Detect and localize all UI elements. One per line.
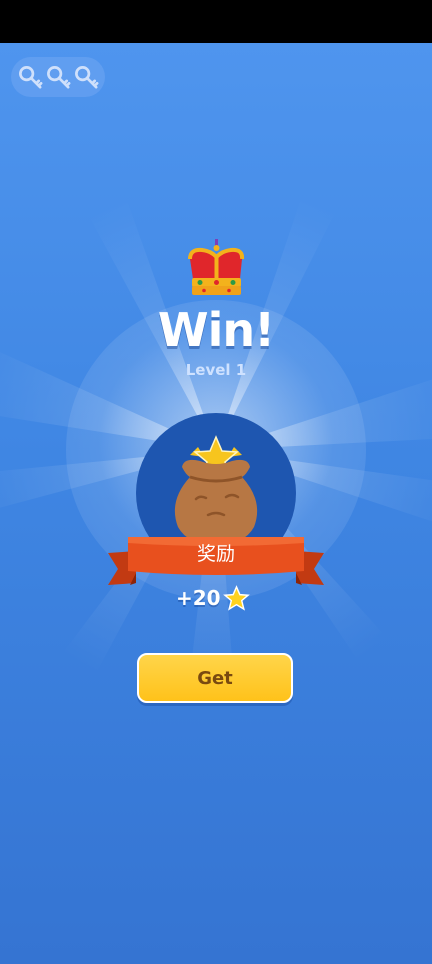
key-icon bbox=[74, 65, 98, 88]
key-icon bbox=[18, 65, 42, 88]
reward-amount: +20 bbox=[176, 583, 250, 613]
reward-amount-value: +20 bbox=[176, 586, 221, 610]
key-icon bbox=[46, 65, 70, 88]
win-screen: Win! Level 1 奖励 +20 Get bbox=[0, 43, 432, 964]
win-title: Win! bbox=[157, 303, 275, 357]
keys-counter bbox=[11, 57, 105, 97]
level-label: Level 1 bbox=[185, 361, 247, 379]
reward-label: 奖励 bbox=[196, 543, 235, 565]
get-button[interactable]: Get bbox=[137, 653, 293, 703]
status-bar bbox=[0, 0, 432, 43]
crown-icon bbox=[188, 239, 245, 295]
star-icon bbox=[222, 584, 250, 611]
treasure-bag-icon bbox=[174, 435, 258, 545]
